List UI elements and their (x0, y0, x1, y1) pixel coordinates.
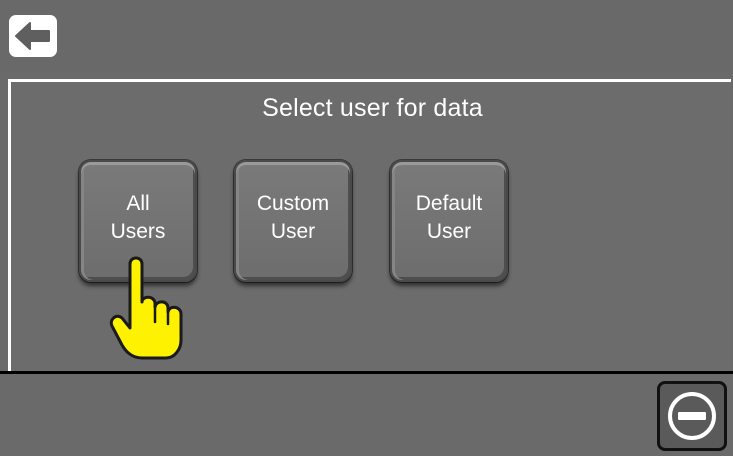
cancel-button[interactable] (657, 381, 727, 451)
screen: Select user for data All Users Custom Us… (0, 0, 733, 456)
default-user-button[interactable]: Default User (390, 160, 508, 282)
default-user-label: Default User (415, 192, 483, 243)
all-users-label: All Users (110, 192, 166, 243)
bottom-bar (0, 374, 733, 456)
custom-user-button[interactable]: Custom User (234, 160, 352, 282)
custom-user-label: Custom User (256, 192, 330, 243)
panel-title: Select user for data (262, 94, 483, 122)
all-users-button[interactable]: All Users (79, 160, 197, 282)
top-bar (0, 0, 733, 72)
content-panel: Select user for data All Users Custom Us… (8, 79, 731, 371)
arrow-left-icon (15, 22, 50, 50)
back-button[interactable] (9, 15, 57, 57)
minus-circle-icon (668, 392, 716, 440)
